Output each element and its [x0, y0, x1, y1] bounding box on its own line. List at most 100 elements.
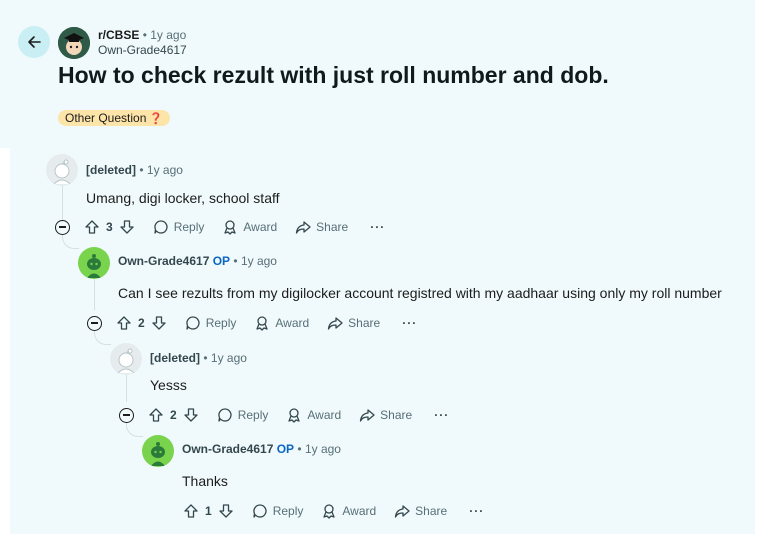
downvote-icon[interactable]: [119, 219, 135, 235]
award-button[interactable]: Award: [286, 407, 341, 423]
comment-age: 1y ago: [240, 254, 277, 268]
vote-count: 1: [205, 504, 212, 518]
comment-text: Yesss: [150, 377, 187, 393]
more-options-button[interactable]: ···: [402, 316, 417, 330]
vote-group: 2: [148, 407, 199, 423]
upvote-icon[interactable]: [116, 315, 132, 331]
flair-label: Other Question: [65, 111, 147, 125]
reply-label: Reply: [205, 316, 237, 330]
subreddit-name[interactable]: r/CBSE: [98, 28, 139, 42]
comment-thread: [deleted] • 1y ago Umang, digi locker, s…: [10, 148, 755, 534]
downvote-icon[interactable]: [218, 503, 234, 519]
post-header: r/CBSE • 1y ago Own-Grade4617 How to che…: [0, 0, 755, 148]
upvote-icon[interactable]: [183, 503, 199, 519]
vote-count: 3: [106, 220, 113, 234]
subreddit-avatar[interactable]: [58, 27, 90, 59]
comment-author: Own-Grade4617: [118, 254, 210, 268]
comment-actions: 1 Reply Award Share ···: [183, 501, 484, 521]
question-mark-icon: ❓: [149, 113, 164, 125]
vote-group: 2: [116, 315, 167, 331]
share-label: Share: [415, 504, 448, 518]
share-label: Share: [316, 220, 349, 234]
post-flair[interactable]: Other Question ❓: [58, 110, 171, 126]
reply-button[interactable]: Reply: [185, 315, 237, 331]
reply-label: Reply: [173, 220, 205, 234]
comment-actions: 2 Reply Award Share ···: [87, 313, 417, 333]
collapse-button[interactable]: [87, 315, 102, 331]
share-button[interactable]: Share: [327, 315, 380, 331]
vote-group: 3: [84, 219, 135, 235]
comment-meta: [deleted] • 1y ago: [150, 350, 247, 366]
chat-bubble-icon: [186, 316, 200, 330]
award-label: Award: [342, 504, 377, 518]
comment-text: Thanks: [182, 473, 228, 489]
comment-meta: Own-Grade4617 OP • 1y ago: [118, 253, 277, 269]
award-icon: [323, 504, 336, 519]
reply-button[interactable]: Reply: [252, 503, 304, 519]
collapse-button[interactable]: [55, 219, 70, 235]
vote-count: 2: [138, 316, 145, 330]
award-icon: [256, 316, 269, 331]
avatar[interactable]: [142, 435, 174, 467]
award-button[interactable]: Award: [254, 315, 309, 331]
collapse-button[interactable]: [119, 407, 134, 423]
comment-age: 1y ago: [210, 351, 247, 365]
comment-actions: 2 Reply Award Share ···: [119, 405, 449, 425]
vote-group: 1: [183, 503, 234, 519]
vote-count: 2: [170, 408, 177, 422]
avatar[interactable]: [110, 343, 142, 375]
post-age: 1y ago: [150, 28, 187, 42]
reply-button[interactable]: Reply: [217, 407, 269, 423]
upvote-icon[interactable]: [148, 407, 164, 423]
share-icon: [328, 317, 343, 330]
share-button[interactable]: Share: [394, 503, 447, 519]
meta-separator: •: [139, 163, 144, 177]
reply-button[interactable]: Reply: [153, 219, 205, 235]
comment-text: Can I see rezults from my digilocker acc…: [118, 285, 722, 301]
award-button[interactable]: Award: [222, 219, 277, 235]
comment-actions: 3 Reply Award Share ···: [55, 217, 385, 237]
arrow-left-icon: [28, 36, 41, 48]
share-button[interactable]: Share: [295, 219, 348, 235]
reply-label: Reply: [272, 504, 304, 518]
chat-bubble-icon: [154, 220, 168, 234]
downvote-icon[interactable]: [183, 407, 199, 423]
share-button[interactable]: Share: [359, 407, 412, 423]
avatar[interactable]: [78, 247, 110, 279]
reply-label: Reply: [237, 408, 269, 422]
chat-bubble-icon: [253, 504, 267, 518]
comment-meta: Own-Grade4617 OP • 1y ago: [182, 441, 341, 457]
meta-separator: •: [203, 351, 208, 365]
post-title: How to check rezult with just roll numbe…: [58, 62, 609, 88]
comment-age: 1y ago: [146, 163, 183, 177]
more-options-button[interactable]: ···: [370, 220, 385, 234]
upvote-icon[interactable]: [84, 219, 100, 235]
thread-line: [94, 277, 95, 310]
award-label: Award: [243, 220, 278, 234]
avatar[interactable]: [46, 154, 78, 186]
comment-text: Umang, digi locker, school staff: [86, 190, 280, 206]
downvote-icon[interactable]: [151, 315, 167, 331]
back-button[interactable]: [18, 26, 50, 58]
thread-line: [126, 374, 127, 402]
post-author[interactable]: Own-Grade4617: [98, 43, 187, 57]
share-label: Share: [380, 408, 413, 422]
share-icon: [360, 409, 375, 422]
meta-separator: •: [297, 442, 302, 456]
award-button[interactable]: Award: [321, 503, 376, 519]
more-options-button[interactable]: ···: [434, 408, 449, 422]
award-icon: [288, 408, 301, 423]
share-label: Share: [348, 316, 381, 330]
share-icon: [296, 221, 311, 234]
comment-author: [deleted]: [86, 163, 137, 177]
meta-separator: •: [142, 28, 147, 42]
op-badge: OP: [212, 254, 231, 268]
award-label: Award: [307, 408, 342, 422]
meta-separator: •: [233, 254, 238, 268]
op-badge: OP: [276, 442, 295, 456]
comment-age: 1y ago: [304, 442, 341, 456]
comment-author: Own-Grade4617: [182, 442, 274, 456]
more-options-button[interactable]: ···: [469, 504, 484, 518]
post-meta: r/CBSE • 1y ago: [98, 28, 186, 42]
award-icon: [224, 220, 237, 235]
